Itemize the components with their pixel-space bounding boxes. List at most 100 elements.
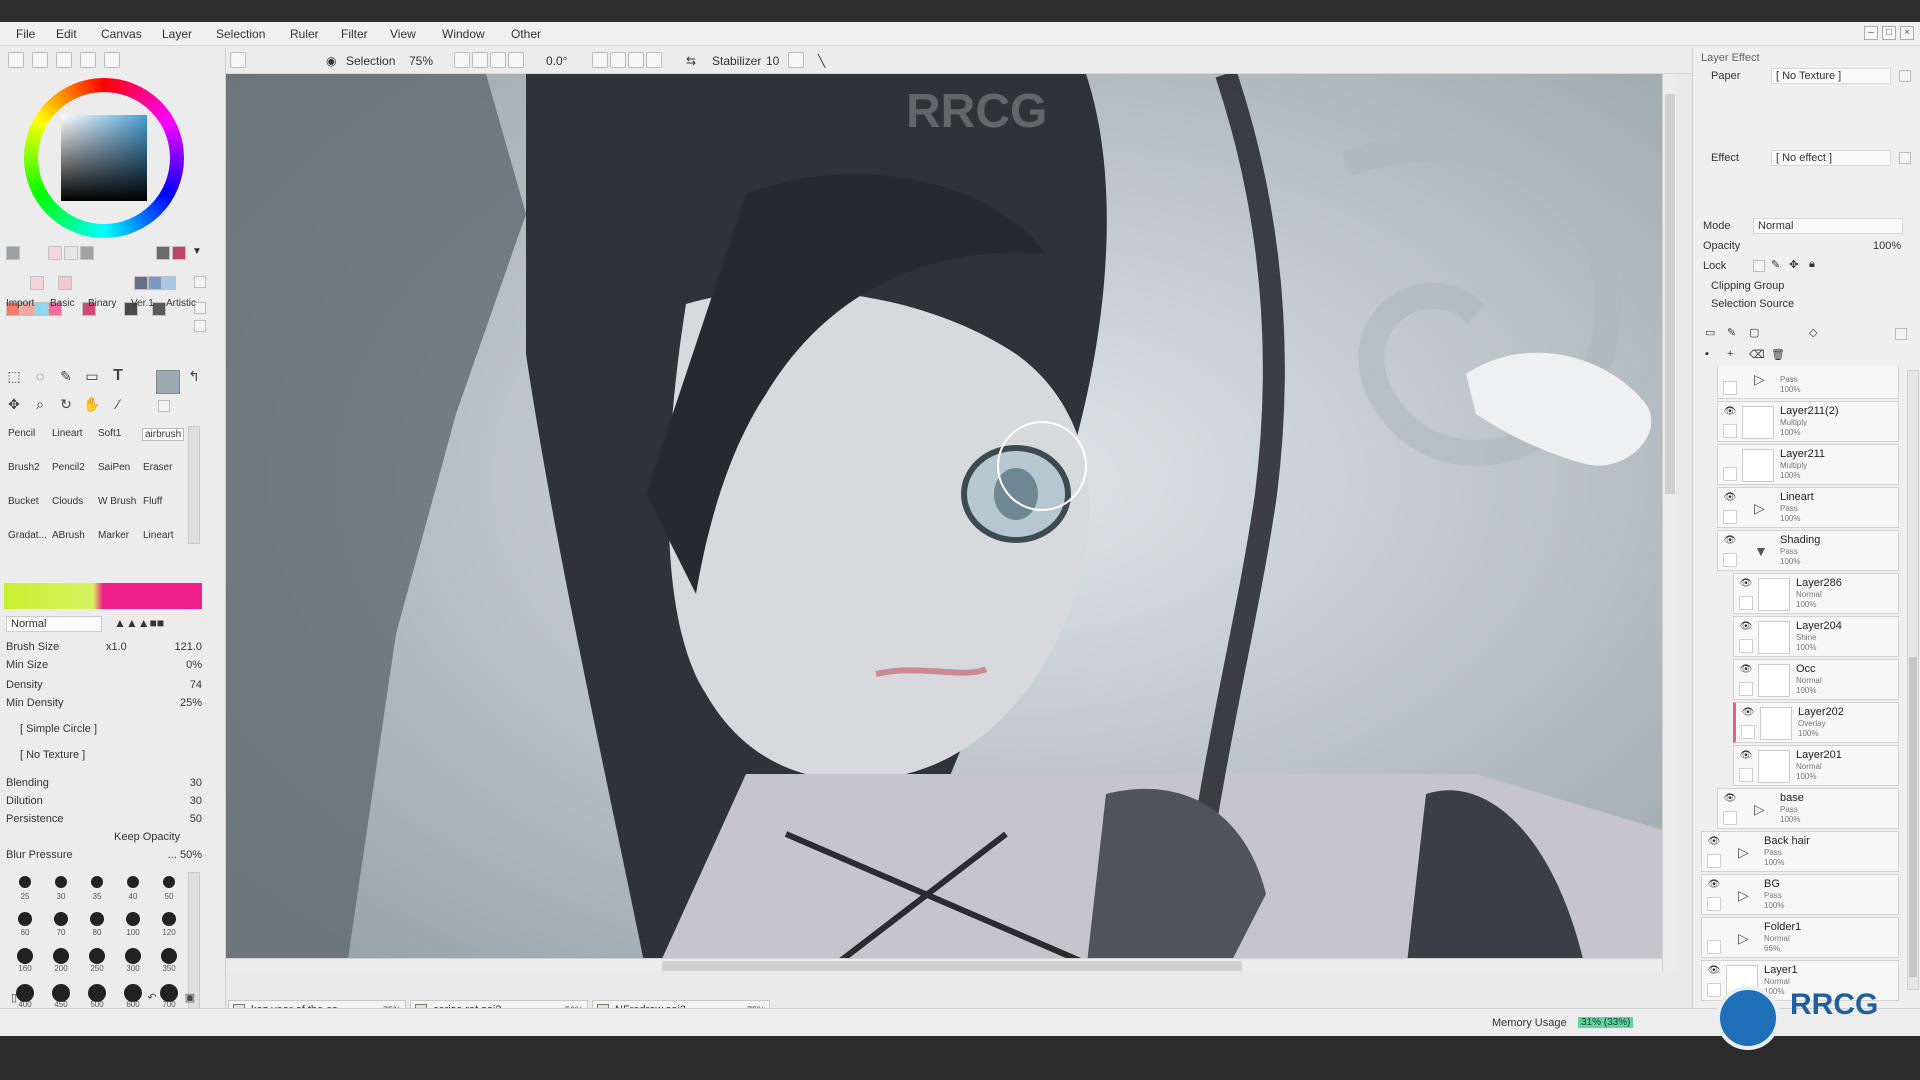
zoom-icon[interactable]: ⌕ — [30, 394, 50, 414]
brush-fluff[interactable]: Fluff — [143, 496, 162, 507]
folder-collapsed-icon[interactable]: ▷ — [1738, 930, 1749, 947]
color-swatch[interactable] — [48, 246, 62, 260]
transparent-color-button[interactable] — [158, 400, 170, 412]
layer-lock-checkbox[interactable] — [1707, 854, 1721, 868]
new-layer-icon[interactable]: ▭ — [1705, 326, 1715, 339]
layer-lock-checkbox[interactable] — [1739, 768, 1753, 782]
layer-mask-icon[interactable]: ◇ — [1809, 326, 1817, 339]
zoom-value[interactable]: 75% — [409, 54, 433, 68]
layer-row[interactable]: 👁︎ Layer286 Normal 100% — [1733, 573, 1899, 614]
brush-size-preset[interactable] — [162, 912, 176, 926]
palette-scroll-button[interactable] — [194, 320, 206, 332]
palette-mode-icon[interactable] — [80, 52, 96, 68]
rotate-fit-button[interactable] — [646, 52, 662, 68]
rotate-cw-button[interactable] — [628, 52, 644, 68]
color-swatch[interactable] — [58, 276, 72, 290]
brush-size-preset[interactable] — [17, 948, 33, 964]
menu-view[interactable]: View — [390, 27, 416, 41]
brush-shape-icons[interactable]: ▲▲▲■■ — [114, 616, 164, 630]
hsv-slider-mode-icon[interactable] — [56, 52, 72, 68]
brush-abrush[interactable]: ABrush — [52, 530, 85, 541]
panel-menu-button[interactable] — [1895, 328, 1907, 340]
menu-layer[interactable]: Layer — [162, 27, 192, 41]
layer-row[interactable]: Layer211 Multiply 100% — [1717, 444, 1899, 485]
undo-icon[interactable]: ↶ — [142, 988, 162, 1008]
visibility-eye-icon[interactable]: 👁︎ — [1723, 406, 1737, 420]
color-swatch[interactable] — [134, 276, 148, 290]
trash-icon[interactable]: ▯ — [4, 988, 24, 1008]
canvas-horizontal-scrollbar[interactable] — [226, 958, 1662, 972]
lock-transparency-icon[interactable] — [1753, 260, 1765, 272]
brush-marker[interactable]: Marker — [98, 530, 129, 541]
paper-settings-button[interactable] — [1899, 70, 1911, 82]
color-swatch[interactable] — [172, 246, 186, 260]
folder-collapsed-icon[interactable]: ▷ — [1738, 887, 1749, 904]
min-density-row[interactable]: Min Density 25% — [6, 696, 202, 712]
eye-icon[interactable]: ◉ — [326, 54, 336, 68]
menu-window[interactable]: Window — [442, 27, 485, 41]
brush-eraser[interactable]: Eraser — [143, 462, 172, 473]
visibility-eye-icon[interactable]: 👁︎ — [1723, 793, 1737, 807]
color-swatch[interactable] — [148, 276, 162, 290]
persistence-row[interactable]: Persistence 50 — [6, 812, 202, 828]
brush-saipen[interactable]: SaiPen — [98, 462, 130, 473]
layer-lock-checkbox[interactable] — [1739, 596, 1753, 610]
brush-size-preset[interactable] — [127, 876, 139, 888]
folder-collapsed-icon[interactable]: ▷ — [1754, 801, 1765, 818]
swap-colors-icon[interactable]: ↰ — [184, 366, 204, 386]
brush-size-row[interactable]: Brush Size x1.0 121.0 — [6, 640, 202, 656]
dilution-value[interactable]: 30 — [190, 795, 202, 807]
layer-lock-checkbox[interactable] — [1723, 510, 1737, 524]
visibility-eye-icon[interactable]: 👁︎ — [1723, 535, 1737, 549]
minimize-icon[interactable]: – — [1864, 26, 1878, 40]
keep-opacity-row[interactable]: Keep Opacity — [6, 830, 202, 846]
selection-source-checkbox[interactable]: Selection Source — [1711, 298, 1794, 310]
layer-lock-checkbox[interactable] — [1739, 639, 1753, 653]
folder-collapsed-icon[interactable]: ▷ — [1738, 844, 1749, 861]
brush-size-preset[interactable] — [53, 948, 69, 964]
menu-other[interactable]: Other — [511, 27, 541, 41]
rotate-reset-button[interactable] — [592, 52, 608, 68]
layer-row[interactable]: 👁︎ Layer202 Overlay 100% — [1733, 702, 1899, 743]
brush-size-preset[interactable] — [91, 876, 103, 888]
lock-all-icon[interactable]: 🔒︎ — [1809, 258, 1815, 271]
add-icon[interactable]: + — [1727, 348, 1733, 360]
brush-airbrush[interactable]: airbrush — [142, 428, 185, 441]
brush-size-preset[interactable] — [126, 912, 140, 926]
brush-gradation[interactable]: Gradat... — [8, 530, 47, 541]
visibility-eye-icon[interactable]: 👁︎ — [1707, 879, 1721, 893]
brush-size-value[interactable]: 121.0 — [174, 641, 202, 653]
layer-row[interactable]: 👁︎ Layer201 Normal 100% — [1733, 745, 1899, 786]
brush-size-preset[interactable] — [125, 948, 141, 964]
layer-row[interactable]: 👁︎ ▷ Lineart Pass 100% — [1717, 487, 1899, 528]
brush-size-preset[interactable] — [55, 876, 67, 888]
rotate-ccw-button[interactable] — [610, 52, 626, 68]
zoom-reset-button[interactable] — [454, 52, 470, 68]
swatch-mode-icon[interactable] — [104, 52, 120, 68]
visibility-eye-icon[interactable]: 👁︎ — [1739, 621, 1753, 635]
density-value[interactable]: 74 — [190, 679, 202, 691]
brush-bucket[interactable]: Bucket — [8, 496, 39, 507]
chevron-down-icon[interactable]: ▼ — [192, 246, 202, 257]
brush-size-preset[interactable] — [90, 912, 104, 926]
color-swatch[interactable] — [162, 276, 176, 290]
visibility-eye-icon[interactable] — [1723, 449, 1737, 463]
color-swatch[interactable] — [156, 246, 170, 260]
layer-lock-checkbox[interactable] — [1707, 940, 1721, 954]
color-swatch[interactable] — [80, 246, 94, 260]
tab-import[interactable]: Import — [6, 298, 34, 309]
save-brush-icon[interactable]: ▣ — [180, 988, 200, 1008]
text-tool-icon[interactable]: T — [108, 366, 128, 386]
brush-pencil2[interactable]: Pencil2 — [52, 462, 85, 473]
menu-ruler[interactable]: Ruler — [290, 27, 319, 41]
brush-scrollbar[interactable] — [188, 426, 200, 544]
layer-lock-checkbox[interactable] — [1707, 897, 1721, 911]
color-wheel[interactable] — [24, 78, 184, 238]
brush-size-preset[interactable] — [54, 912, 68, 926]
opacity-value[interactable]: 100% — [1873, 240, 1901, 252]
brush-texture-row[interactable]: [ No Texture ] — [6, 748, 202, 764]
tab-basic[interactable]: Basic — [50, 298, 74, 309]
rotation-value[interactable]: 0.0° — [546, 54, 567, 68]
menu-selection[interactable]: Selection — [216, 27, 265, 41]
color-wheel-mode-icon[interactable] — [8, 52, 24, 68]
